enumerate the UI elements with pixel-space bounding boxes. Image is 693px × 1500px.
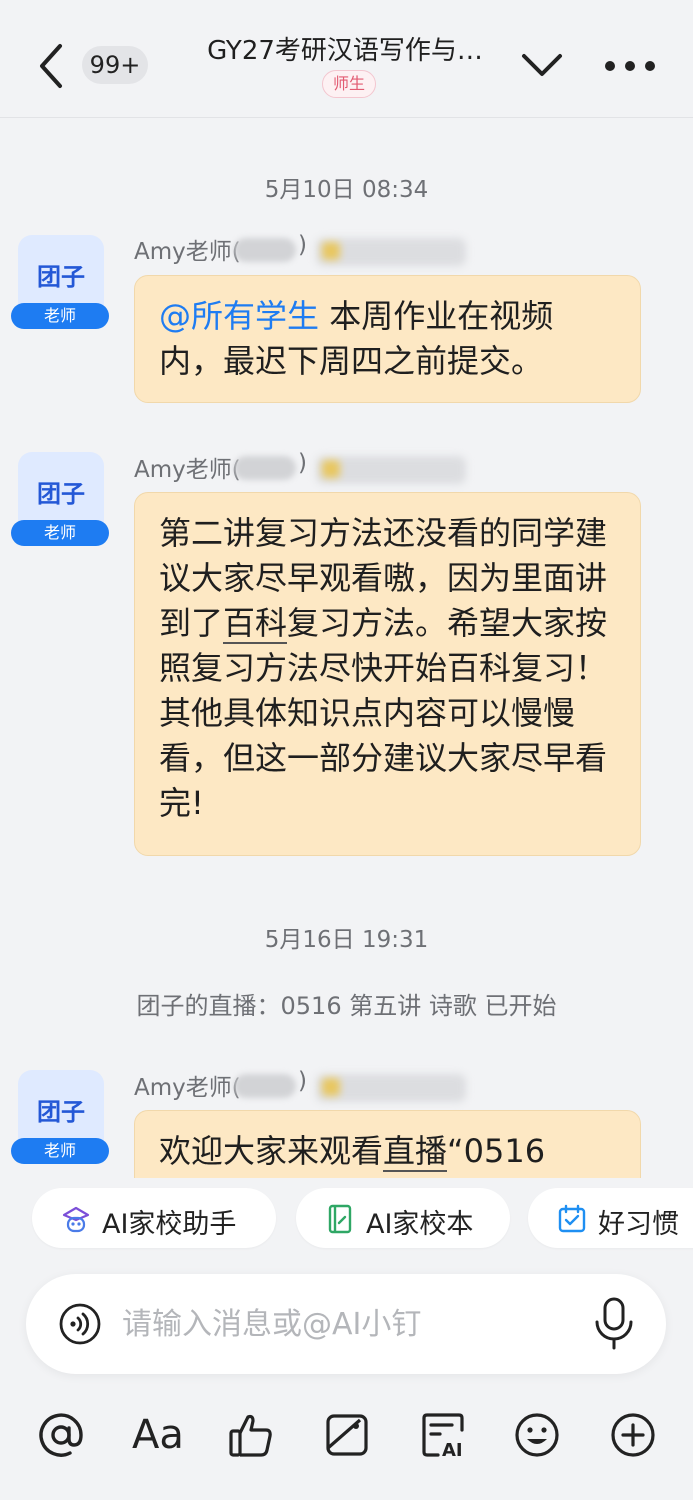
calendar-check-icon [558, 1204, 586, 1233]
avatar-name: 团子 [37, 480, 85, 508]
image-icon [326, 1414, 368, 1456]
message-timestamp: 5月16日 19:31 [264, 927, 429, 953]
teacher-tag: 老师 [11, 520, 109, 546]
microphone-icon [595, 1297, 633, 1350]
sender-name: Amy老师( [134, 457, 241, 483]
sender-paren: ) [298, 1068, 307, 1094]
redacted-name [234, 1074, 296, 1098]
ai-robot-icon [62, 1206, 90, 1233]
redacted-name [234, 238, 296, 262]
voice-mode-button[interactable] [58, 1302, 102, 1346]
ai-doc-icon: AI [422, 1413, 464, 1461]
redacted-info [316, 238, 466, 266]
microphone-button[interactable] [592, 1296, 636, 1352]
sender-line: Amy老师( ) [134, 1068, 474, 1102]
at-icon [39, 1413, 83, 1457]
thumbs-up-button[interactable] [226, 1410, 276, 1460]
sender-name: Amy老师( [134, 1075, 241, 1101]
bottom-toolbar: Aa AI [0, 1400, 693, 1472]
message-bubble[interactable]: 第二讲复习方法还没看的同学建议大家尽早观看嗷，因为里面讲到了百科复习方法。希望大… [134, 492, 641, 856]
good-habit-chip[interactable]: 好习惯 [528, 1188, 693, 1248]
quick-action-bar: AI家校助手 AI家校本 好习惯 [0, 1178, 693, 1266]
mention-button[interactable] [36, 1410, 86, 1460]
unread-count-badge[interactable]: 99+ [82, 46, 148, 84]
chip-label: AI家校本 [366, 1209, 474, 1240]
redacted-info [316, 456, 466, 484]
ai-doc-button[interactable]: AI [418, 1410, 468, 1461]
emoji-icon [515, 1413, 559, 1457]
svg-text:AI: AI [442, 1440, 463, 1460]
thumbs-up-icon [229, 1414, 272, 1457]
chip-label: 好习惯 [598, 1209, 679, 1240]
message-input-box [26, 1274, 666, 1374]
more-dots-icon [605, 61, 655, 71]
avatar-name: 团子 [37, 1098, 85, 1126]
chip-label: AI家校助手 [102, 1209, 237, 1240]
sender-line: Amy老师( ) [134, 450, 474, 484]
image-button[interactable] [322, 1410, 372, 1460]
avatar-name: 团子 [37, 263, 85, 291]
message-input[interactable] [122, 1300, 562, 1348]
plus-icon [611, 1413, 655, 1457]
more-options-button[interactable] [600, 44, 660, 88]
chevron-down-icon [522, 54, 562, 76]
teacher-tag: 老师 [11, 1138, 109, 1164]
sender-line: Amy老师( ) [134, 232, 474, 266]
message-bubble[interactable]: @所有学生 本周作业在视频内，最迟下周四之前提交。 [134, 275, 641, 403]
font-icon: Aa [132, 1412, 184, 1458]
teacher-tag: 老师 [11, 303, 109, 329]
notebook-icon [328, 1204, 352, 1234]
live-started-notice[interactable]: 团子的直播：0516 第五讲 诗歌 已开始 [0, 986, 693, 1021]
sender-paren: ) [298, 232, 307, 258]
redacted-name [234, 456, 296, 480]
expand-button[interactable] [518, 44, 566, 88]
group-role-tag: 师生 [322, 70, 376, 98]
message-text: 欢迎大家来观看 [159, 1132, 384, 1170]
message-timestamp: 5月10日 08:34 [264, 177, 429, 203]
chat-title[interactable]: GY27考研汉语写作与… [190, 34, 500, 68]
voice-wave-icon [59, 1303, 101, 1345]
chevron-left-icon [40, 44, 62, 88]
sender-name: Amy老师( [134, 239, 241, 265]
live-link[interactable]: 直播 [383, 1132, 448, 1172]
ai-assistant-chip[interactable]: AI家校助手 [32, 1188, 276, 1248]
mention-all-students[interactable]: @所有学生 [159, 297, 319, 335]
chat-header: 99+ GY27考研汉语写作与… 师生 [0, 0, 693, 118]
emoji-button[interactable] [512, 1410, 562, 1460]
more-actions-button[interactable] [608, 1410, 658, 1460]
font-format-button[interactable]: Aa [132, 1410, 186, 1460]
sender-paren: ) [298, 450, 307, 476]
redacted-info [316, 1074, 466, 1102]
message-text: “0516 [447, 1132, 546, 1170]
ai-notebook-chip[interactable]: AI家校本 [296, 1188, 510, 1248]
back-button[interactable] [30, 40, 74, 92]
keyword-link[interactable]: 百科 [223, 604, 288, 644]
